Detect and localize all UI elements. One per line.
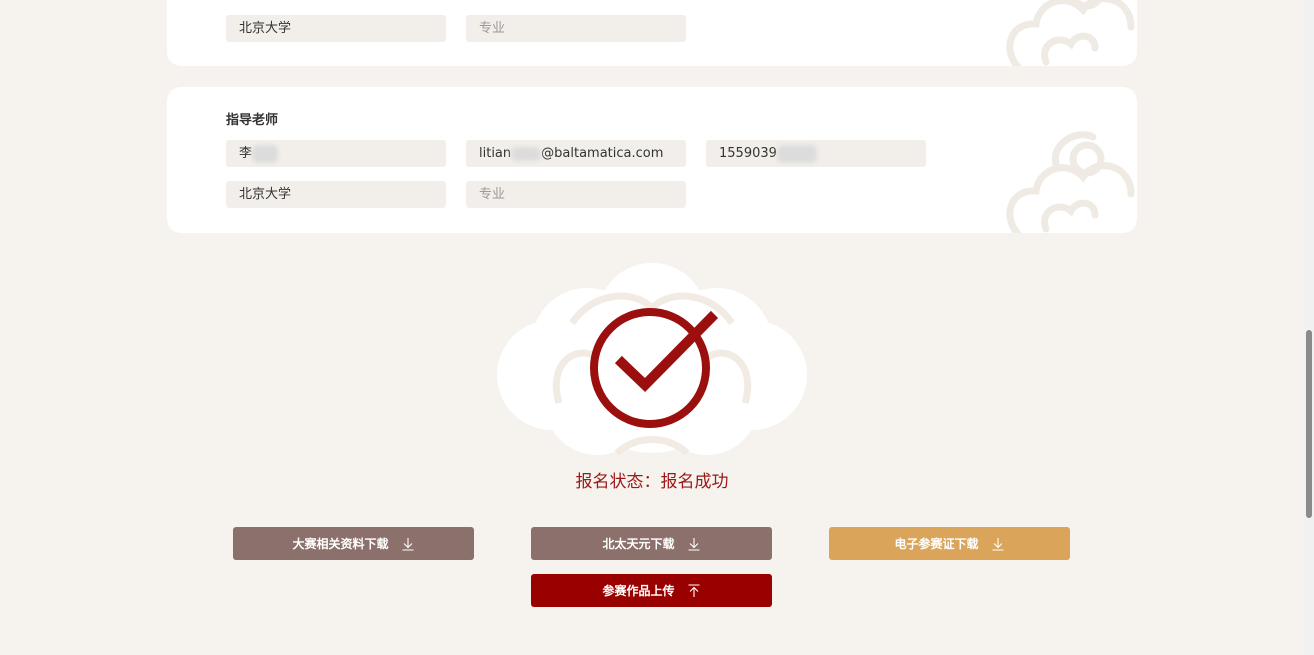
beitai-download-button[interactable]: 北太天元下载 [531,527,772,560]
scrollbar-thumb[interactable] [1306,330,1312,518]
certificate-download-button[interactable]: 电子参赛证下载 [829,527,1070,560]
participant-card: 北京大学 专业 [167,0,1137,66]
redacted-mark [776,144,817,163]
cloud-decoration-icon [1006,0,1135,66]
teacher-school-value: 北京大学 [239,187,292,202]
teacher-phone-field[interactable]: 1559039 [706,140,926,167]
work-upload-label: 参赛作品上传 [602,584,675,598]
school-value: 北京大学 [239,21,292,36]
redacted-mark [252,144,279,163]
page: 北京大学 专业 指导老师 李 litian @baltamatica.com 15… [0,0,1314,655]
teacher-major-placeholder: 专业 [479,187,506,202]
success-check-icon [497,263,807,456]
email-suffix: @baltamatica.com [541,146,664,161]
major-field[interactable]: 专业 [466,15,686,42]
email-prefix: litian [479,146,512,161]
teacher-school-field[interactable]: 北京大学 [226,181,446,208]
teacher-name-value: 李 [239,146,253,161]
work-upload-button[interactable]: 参赛作品上传 [531,574,772,607]
teacher-email-field[interactable]: litian @baltamatica.com [466,140,686,167]
school-field[interactable]: 北京大学 [226,15,446,42]
materials-download-label: 大赛相关资料下载 [292,537,389,551]
download-icon [401,537,415,551]
major-placeholder: 专业 [479,21,506,36]
instructor-card: 指导老师 李 litian @baltamatica.com 1559039 北京… [167,87,1137,233]
materials-download-button[interactable]: 大赛相关资料下载 [233,527,474,560]
registration-status: 报名状态：报名成功 [575,472,729,492]
redacted-mark [511,146,542,161]
download-icon [687,537,701,551]
teacher-name-field[interactable]: 李 [226,140,446,167]
vertical-scrollbar[interactable] [1304,0,1314,655]
certificate-download-label: 电子参赛证下载 [894,537,979,551]
teacher-phone-value: 1559039 [719,146,777,161]
download-icon [991,537,1005,551]
section-title: 指导老师 [226,113,279,128]
upload-icon [687,583,701,598]
cloud-decoration-icon [1006,131,1135,233]
teacher-major-field[interactable]: 专业 [466,181,686,208]
beitai-download-label: 北太天元下载 [602,537,675,551]
